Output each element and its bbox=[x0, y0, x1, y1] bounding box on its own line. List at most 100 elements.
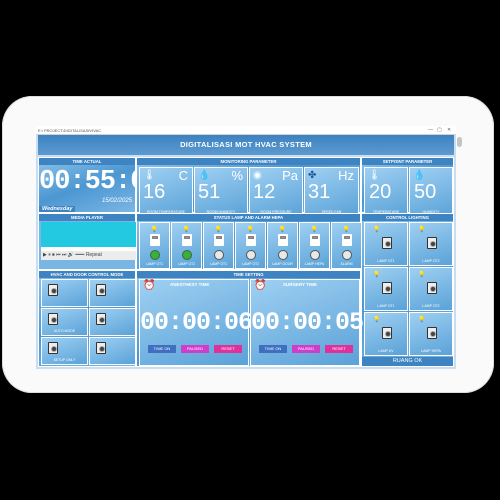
lighting-control-tile[interactable]: 💡 LAMP OT1 bbox=[364, 267, 408, 311]
lighting-label: LAMP OT2 bbox=[422, 259, 440, 263]
anesthesy-time-on-button[interactable]: TIME ON bbox=[148, 345, 176, 353]
hmi-screen: E:\ PROJECT\DIGITALISASI\HVAC — ▢ ✕ DIGI… bbox=[36, 126, 456, 369]
switch-icon bbox=[181, 234, 192, 246]
alarm-clock-icon: ⏰ bbox=[254, 280, 267, 291]
hvac-mode-tile[interactable] bbox=[89, 308, 136, 336]
status-lamp-tile: 💡 LAMP HEPA bbox=[299, 222, 330, 269]
hvac-mode-tile[interactable] bbox=[89, 279, 136, 307]
lighting-label: LAMP HEPA bbox=[421, 349, 441, 353]
surgery-box: SURGERY TIME ⏰ 00:00:05 TIME ON PAUSED R… bbox=[250, 279, 364, 366]
push-button-icon[interactable] bbox=[382, 327, 392, 339]
hvac-mode-tile[interactable]: SETUP ONLY bbox=[41, 337, 88, 365]
value: 51 bbox=[198, 181, 221, 203]
setpoint-humidity-box[interactable]: 💧 50 HUMIDITY bbox=[409, 167, 453, 217]
speed-fan-box: ✤ Hz 31 SPEED FAN bbox=[304, 167, 359, 217]
bulb-icon: 💡 bbox=[342, 227, 351, 233]
time-actual-panel: TIME ACTUAL 00:55:02 15/02/2025 Wednesda… bbox=[38, 157, 162, 213]
lighting-control-tile[interactable]: 💡 LAMP OT2 bbox=[409, 222, 453, 266]
switch-icon bbox=[277, 234, 288, 246]
lighting-control-tile[interactable]: 💡 LAMP HEPA bbox=[409, 312, 453, 356]
surgery-paused-button[interactable]: PAUSED bbox=[292, 345, 320, 353]
status-lamp-label: LAMP HEPA bbox=[304, 262, 325, 266]
status-lamp-label: LAMP DOOR bbox=[272, 262, 293, 266]
lighting-control-tile[interactable]: 💡 LAMP UV bbox=[364, 312, 408, 356]
unit: C bbox=[178, 168, 188, 183]
value: 31 bbox=[308, 181, 331, 203]
page-title: DIGITALISASI MOT HVAC SYSTEM bbox=[38, 135, 454, 155]
status-lamp-label: ALARM bbox=[340, 262, 353, 266]
selector-button-icon[interactable] bbox=[96, 284, 106, 296]
value: 16 bbox=[143, 181, 166, 203]
status-lamp-label: LAMP OT2 bbox=[241, 262, 260, 266]
indicator-lamp bbox=[245, 250, 256, 260]
window-titlebar: E:\ PROJECT\DIGITALISASI\HVAC — ▢ ✕ bbox=[36, 126, 456, 135]
push-button-icon[interactable] bbox=[382, 237, 392, 249]
selector-button-icon[interactable] bbox=[96, 313, 106, 325]
bulb-icon: 💡 bbox=[418, 317, 426, 323]
bulb-icon: 💡 bbox=[373, 317, 381, 323]
status-lamp-label: LAMP OT1 bbox=[145, 262, 164, 266]
indicator-lamp bbox=[149, 250, 160, 260]
status-lamp-tile: 💡 LAMP OT2 bbox=[171, 222, 202, 269]
status-lamp-label: LAMP OT2 bbox=[177, 262, 196, 266]
selector-button-icon[interactable] bbox=[48, 342, 58, 354]
anesthesy-title: ANESTHESY TIME bbox=[170, 282, 210, 287]
hvac-mode-label: SETUP ONLY bbox=[53, 358, 76, 362]
time-setting-panel: TIME SETTING ANESTHESY TIME ⏰ 00:00:06 T… bbox=[136, 270, 364, 367]
media-controls[interactable]: ▶ ⏸ ⏹ ⏮ ⏭ 🔊 ━━━ Repeat bbox=[41, 251, 137, 260]
selector-button-icon[interactable] bbox=[96, 342, 106, 354]
bulb-icon: 💡 bbox=[214, 227, 223, 233]
bulb-icon: 💡 bbox=[373, 227, 381, 233]
surgery-time-on-button[interactable]: TIME ON bbox=[259, 345, 287, 353]
lighting-label: LAMP OT2 bbox=[422, 304, 440, 308]
anesthesy-paused-button[interactable]: PAUSED bbox=[181, 345, 209, 353]
hvac-mode-tile[interactable] bbox=[41, 279, 88, 307]
switch-icon bbox=[149, 234, 160, 246]
camera-dot bbox=[457, 137, 462, 147]
status-lamp-tile: 💡 ALARM bbox=[331, 222, 362, 269]
minimize-button[interactable]: — bbox=[428, 126, 433, 135]
lighting-control-tile[interactable]: 💡 LAMP OT1 bbox=[364, 222, 408, 266]
time-setting-title: TIME SETTING bbox=[137, 271, 360, 278]
indicator-lamp bbox=[181, 250, 192, 260]
actual-day: Wednesday bbox=[39, 206, 76, 212]
status-lamp-label: LAMP OT1 bbox=[209, 262, 228, 266]
bulb-icon: 💡 bbox=[246, 227, 255, 233]
anesthesy-reset-button[interactable]: RESET bbox=[214, 345, 242, 353]
hvac-door-panel: HVAC AND DOOR CONTROL MODE AUTO MODE SETU… bbox=[38, 270, 136, 367]
room-pressure-box: ◉ Pa 12 ROOM PRESSURE bbox=[249, 167, 303, 217]
push-button-icon[interactable] bbox=[427, 237, 437, 249]
window-title: E:\ PROJECT\DIGITALISASI\HVAC bbox=[38, 128, 102, 133]
bulb-icon: 💡 bbox=[150, 227, 159, 233]
media-player-panel: MEDIA PLAYER ▶ ⏸ ⏹ ⏮ ⏭ 🔊 ━━━ Repeat bbox=[38, 213, 137, 270]
value: 12 bbox=[253, 181, 276, 203]
close-button[interactable]: ✕ bbox=[447, 126, 451, 135]
push-button-icon[interactable] bbox=[427, 282, 437, 294]
room-label: RUANG OK bbox=[362, 357, 453, 366]
monitoring-panel: MONITORING PARAMETER 🌡 C 16 ROOM TEMPERA… bbox=[136, 157, 361, 217]
lighting-label: LAMP UV bbox=[378, 349, 394, 353]
anesthesy-box: ANESTHESY TIME ⏰ 00:00:06 TIME ON PAUSED… bbox=[139, 279, 253, 366]
push-button-icon[interactable] bbox=[382, 282, 392, 294]
lighting-label: LAMP OT1 bbox=[377, 259, 395, 263]
bulb-icon: 💡 bbox=[418, 272, 426, 278]
push-button-icon[interactable] bbox=[427, 327, 437, 339]
maximize-button[interactable]: ▢ bbox=[437, 126, 442, 135]
setpoint-temperature-box[interactable]: 🌡 20 TEMPERATURE bbox=[364, 167, 408, 217]
surgery-reset-button[interactable]: RESET bbox=[325, 345, 353, 353]
anesthesy-timer: 00:00:06 bbox=[140, 308, 253, 337]
control-lighting-title: CONTROL LIGHTING bbox=[362, 214, 453, 221]
bulb-icon: 💡 bbox=[418, 227, 426, 233]
unit: Pa bbox=[282, 168, 298, 183]
lighting-control-tile[interactable]: 💡 LAMP OT2 bbox=[409, 267, 453, 311]
status-lamp-title: STATUS LAMP AND ALARM HEPA bbox=[137, 214, 360, 221]
thermometer-icon: 🌡 bbox=[143, 170, 156, 181]
hvac-door-title: HVAC AND DOOR CONTROL MODE bbox=[39, 271, 135, 278]
selector-button-icon[interactable] bbox=[48, 313, 58, 325]
value: 20 bbox=[369, 181, 392, 203]
hvac-mode-tile[interactable]: AUTO MODE bbox=[41, 308, 88, 336]
selector-button-icon[interactable] bbox=[48, 284, 58, 296]
hvac-mode-tile[interactable] bbox=[89, 337, 136, 365]
indicator-lamp bbox=[277, 250, 288, 260]
media-player-title: MEDIA PLAYER bbox=[39, 214, 135, 221]
